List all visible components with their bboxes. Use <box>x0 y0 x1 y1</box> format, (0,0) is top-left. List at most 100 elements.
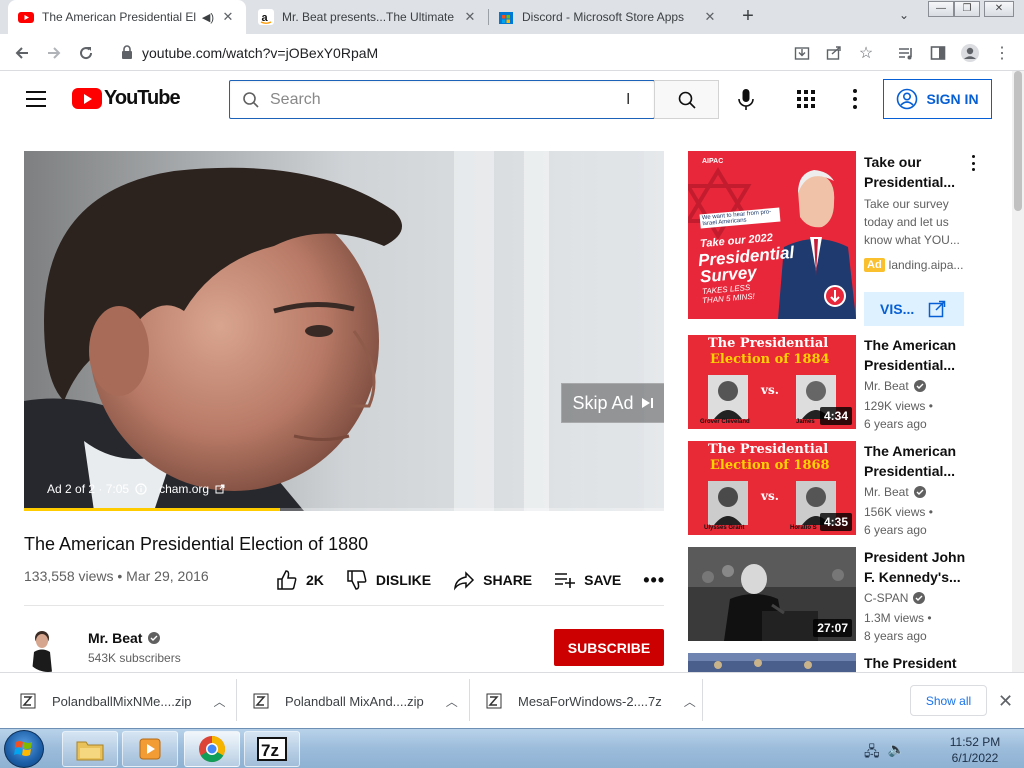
bookmark-star-icon[interactable]: ☆ <box>854 41 878 65</box>
forward-arrow-icon[interactable] <box>42 41 66 65</box>
settings-more-icon[interactable] <box>852 89 858 109</box>
profile-icon[interactable] <box>958 41 982 65</box>
restore-window-button[interactable]: ❐ <box>954 1 980 17</box>
recommendation-stats: 1.3M views • 8 years ago <box>864 609 932 645</box>
skip-ad-button[interactable]: Skip Ad <box>561 383 664 423</box>
reload-icon[interactable] <box>74 41 98 65</box>
url-text[interactable]: youtube.com/watch?v=jOBexY0RpaM <box>142 45 378 61</box>
recommendation-title[interactable]: The American Presidential... <box>864 441 974 481</box>
recommendation-item[interactable]: 27:07 President John F. Kennedy's... C-S… <box>688 547 978 643</box>
close-window-button[interactable]: ✕ <box>984 1 1014 17</box>
download-filename: MesaForWindows-2....7z <box>518 693 662 709</box>
ad-thumbnail[interactable]: AIPAC We want to hear from pro-Israel Am… <box>688 151 856 319</box>
like-button[interactable]: 2K <box>276 569 324 591</box>
page-scrollbar[interactable] <box>1012 71 1024 672</box>
show-all-downloads-button[interactable]: Show all <box>910 685 987 716</box>
search-box[interactable]: I <box>229 80 655 119</box>
hamburger-menu-icon[interactable] <box>26 91 46 107</box>
sign-in-button[interactable]: SIGN IN <box>883 79 992 119</box>
recommendation-stats: 129K views • 6 years ago <box>864 397 933 433</box>
channel-avatar[interactable] <box>24 624 72 672</box>
chevron-up-icon[interactable]: ︿ <box>446 693 458 710</box>
tab-discord-store[interactable]: Discord - Microsoft Store Apps ✕ <box>488 0 728 34</box>
volume-icon[interactable]: 🔈 <box>888 741 905 765</box>
more-actions-icon[interactable]: ••• <box>643 570 665 591</box>
media-control-icon[interactable] <box>894 41 918 65</box>
close-downloads-bar-icon[interactable]: ✕ <box>998 691 1013 712</box>
taskbar-file-explorer[interactable] <box>62 731 118 767</box>
downloads-bar: PolandballMixNMe....zip ︿ Polandball Mix… <box>0 672 1024 728</box>
search-input[interactable] <box>270 87 640 113</box>
address-bar[interactable]: youtube.com/watch?v=jOBexY0RpaM <box>110 38 890 67</box>
ad-progress-bar[interactable] <box>24 508 664 511</box>
recommendation-channel[interactable]: C-SPAN <box>864 591 926 605</box>
video-player[interactable]: Skip Ad Ad 2 of 2 · 7:05 cham.org <box>24 151 664 511</box>
system-clock[interactable]: 11:52 PM 6/1/2022 <box>940 734 1010 766</box>
taskbar-media-player[interactable] <box>122 731 178 767</box>
recommendation-item[interactable]: The President <box>688 653 978 672</box>
taskbar-7zip[interactable]: 7z <box>244 731 300 767</box>
recommendation-channel-name: Mr. Beat <box>864 379 909 393</box>
video-duration: 4:35 <box>819 513 852 531</box>
tab-youtube[interactable]: The American Presidential El ◀) ✕ <box>8 0 246 34</box>
info-icon[interactable] <box>135 483 147 495</box>
visit-ad-button[interactable]: VIS... <box>864 292 964 326</box>
windows-start-button[interactable] <box>4 730 44 768</box>
recommendation-thumbnail[interactable]: The Presidential Election of 1884 vs. Gr… <box>688 335 856 429</box>
microphone-icon[interactable] <box>734 87 758 113</box>
save-button[interactable]: SAVE <box>554 569 621 591</box>
scrollbar-thumb[interactable] <box>1014 71 1022 211</box>
new-tab-button[interactable]: + <box>736 5 760 29</box>
minimize-window-button[interactable]: — <box>928 1 954 17</box>
external-link-icon[interactable] <box>215 484 225 494</box>
download-item[interactable]: MesaForWindows-2....7z ︿ <box>486 673 696 729</box>
ad-menu-icon[interactable] <box>970 155 976 171</box>
zip-file-icon <box>253 693 269 709</box>
network-icon[interactable]: 🖧 <box>864 741 880 765</box>
close-tab-icon[interactable]: ✕ <box>220 9 236 25</box>
browser-toolbar: youtube.com/watch?v=jOBexY0RpaM ☆ ⋮ <box>0 34 1024 71</box>
tab-search-chevron-icon[interactable]: ⌄ <box>894 8 914 28</box>
search-button[interactable] <box>654 80 719 119</box>
recommendation-title[interactable]: The American Presidential... <box>864 335 974 375</box>
audio-playing-icon[interactable]: ◀) <box>202 11 214 24</box>
chevron-up-icon[interactable]: ︿ <box>684 693 696 710</box>
share-button[interactable]: SHARE <box>453 569 532 591</box>
channel-name[interactable]: Mr. Beat <box>88 630 161 646</box>
browser-menu-icon[interactable]: ⋮ <box>990 41 1014 65</box>
recommendation-channel[interactable]: Mr. Beat <box>864 485 926 499</box>
share-icon[interactable] <box>822 41 846 65</box>
thumbs-up-icon <box>277 570 297 590</box>
close-tab-icon[interactable]: ✕ <box>462 9 478 25</box>
youtube-logo[interactable]: YouTube <box>72 87 181 110</box>
recommendation-thumbnail[interactable] <box>688 653 856 672</box>
dislike-button[interactable]: DISLIKE <box>346 569 431 591</box>
ad-domain-link[interactable]: cham.org <box>159 482 209 496</box>
chevron-up-icon[interactable]: ︿ <box>213 693 225 710</box>
back-arrow-icon[interactable] <box>10 41 34 65</box>
ad-title[interactable]: Take our Presidential... <box>864 152 960 192</box>
install-app-icon[interactable] <box>790 41 814 65</box>
recommendation-title-line-1: The President <box>864 655 957 671</box>
recommendation-channel[interactable]: Mr. Beat <box>864 379 926 393</box>
recommendation-title[interactable]: President John F. Kennedy's... <box>864 547 974 587</box>
recommendation-thumbnail[interactable]: 27:07 <box>688 547 856 641</box>
close-tab-icon[interactable]: ✕ <box>702 9 718 25</box>
lock-icon[interactable] <box>120 45 134 59</box>
youtube-apps-icon[interactable] <box>797 90 815 108</box>
download-item[interactable]: Polandball MixAnd....zip ︿ <box>253 673 458 729</box>
download-item[interactable]: PolandballMixNMe....zip ︿ <box>20 673 225 729</box>
recommendation-thumbnail[interactable]: The Presidential Election of 1868 vs. Ul… <box>688 441 856 535</box>
tab-amazon[interactable]: a Mr. Beat presents...The Ultimate ✕ <box>248 0 488 34</box>
recommendation-item[interactable]: The Presidential Election of 1884 vs. Gr… <box>688 335 978 431</box>
recommendation-stats: 156K views • 6 years ago <box>864 503 933 539</box>
recommendation-title[interactable]: The President <box>864 653 974 672</box>
taskbar-chrome[interactable] <box>184 731 240 767</box>
channel-name-text[interactable]: Mr. Beat <box>88 630 142 646</box>
recommendation-item[interactable]: The Presidential Election of 1868 vs. Ul… <box>688 441 978 537</box>
recommendation-views: 156K views • <box>864 505 933 519</box>
subscribe-button[interactable]: SUBSCRIBE <box>554 629 664 666</box>
side-panel-icon[interactable] <box>926 41 950 65</box>
ad-progress-fill <box>24 508 280 511</box>
sidebar-ad-card[interactable]: AIPAC We want to hear from pro-Israel Am… <box>688 151 978 326</box>
